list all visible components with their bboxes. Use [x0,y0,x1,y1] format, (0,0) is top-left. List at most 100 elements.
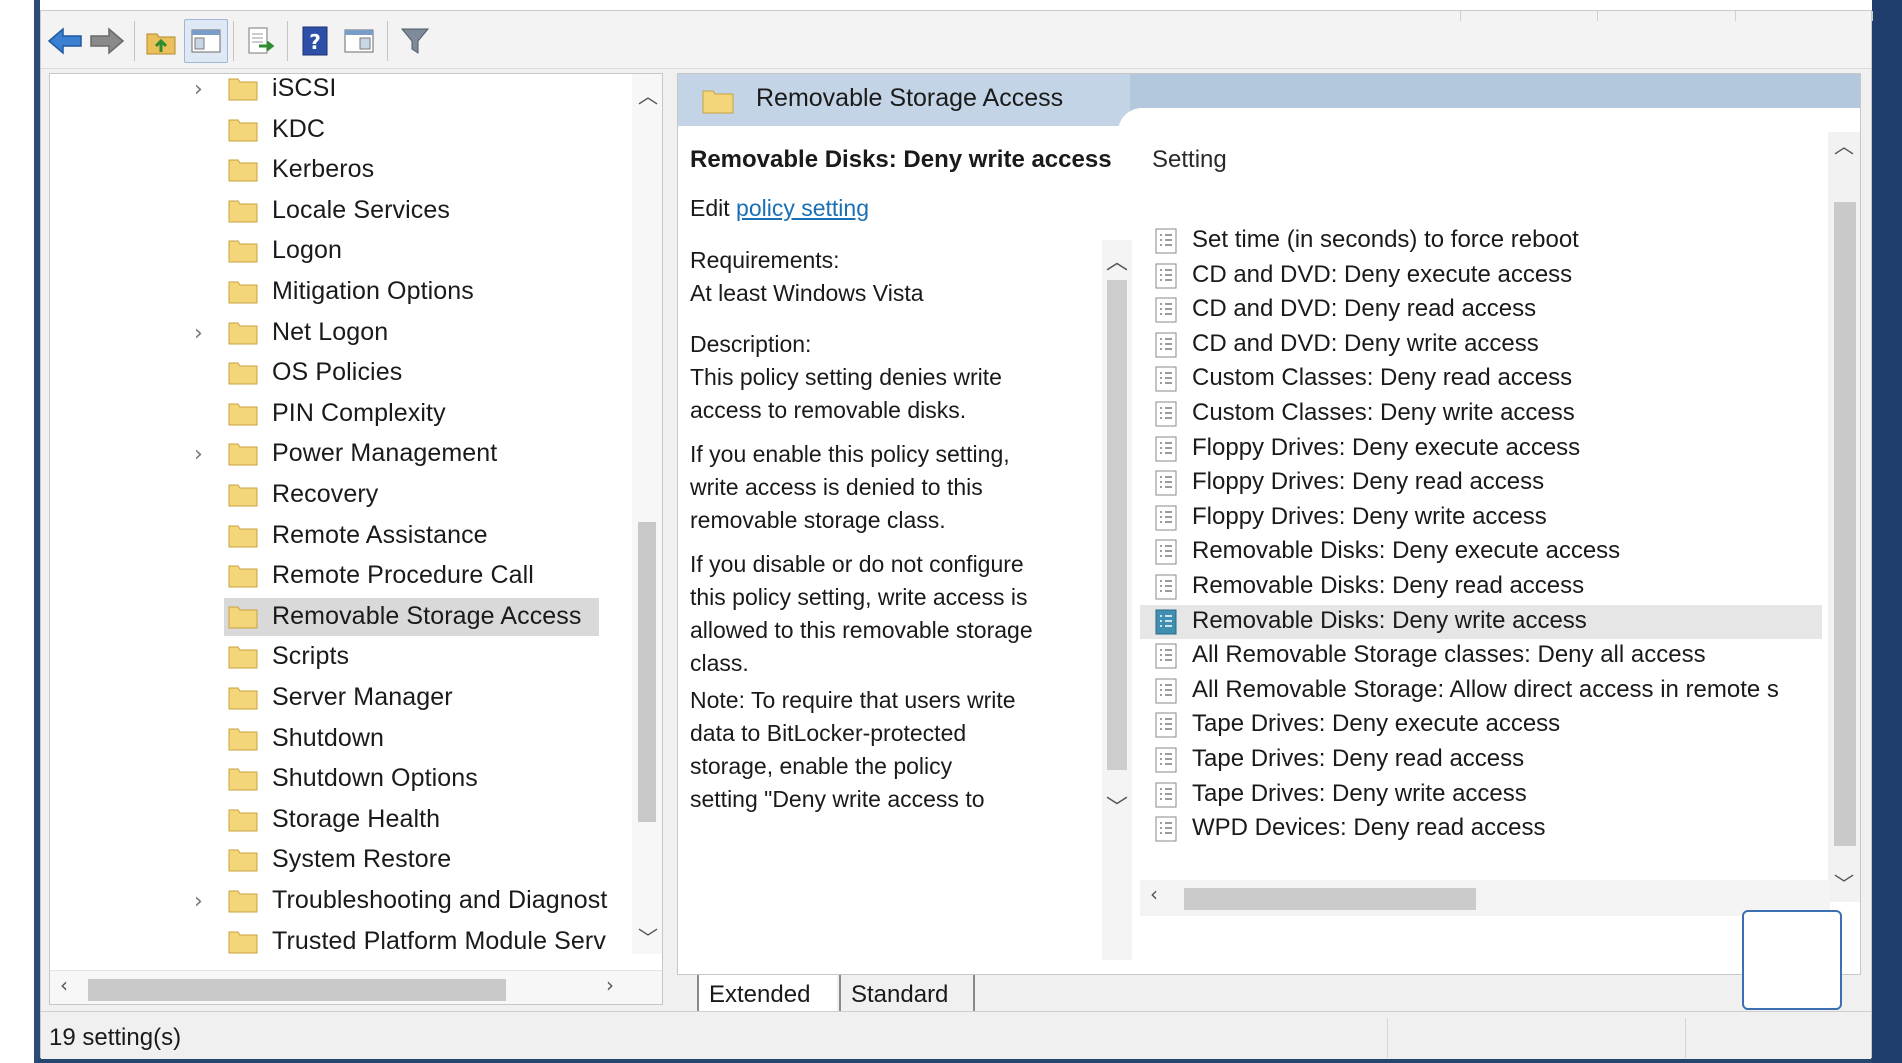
folder-icon [228,362,258,385]
settings-scroll-thumb[interactable] [1834,202,1856,846]
tree-item[interactable]: Remote Procedure Call [50,557,610,595]
tree-item[interactable]: Shutdown [50,720,610,758]
show-hide-tree-button[interactable] [184,19,228,63]
policy-setting-icon [1155,297,1177,323]
policy-setting-icon [1155,401,1177,427]
scroll-left-arrow-icon[interactable]: ‹ [60,973,68,997]
setting-label: Removable Disks: Deny execute access [1192,537,1621,565]
tree-item[interactable]: Recovery [50,476,610,514]
scroll-up-arrow-icon[interactable]: ︿ [1834,130,1854,159]
setting-row[interactable]: Floppy Drives: Deny write access [1140,501,1822,536]
tab-extended[interactable]: Extended [697,975,837,1015]
tree-item-label: Mitigation Options [272,277,474,305]
setting-row[interactable]: Custom Classes: Deny read access [1140,362,1822,397]
tree-item[interactable]: KDC [50,111,610,149]
tree-item[interactable]: › Power Management [50,435,610,473]
setting-row[interactable]: Tape Drives: Deny execute access [1140,708,1822,743]
settings-hscroll-thumb[interactable] [1184,888,1476,910]
setting-row[interactable]: Floppy Drives: Deny read access [1140,466,1822,501]
tree-item[interactable]: Scripts [50,638,610,676]
setting-row[interactable]: Custom Classes: Deny write access [1140,397,1822,432]
setting-row[interactable]: CD and DVD: Deny write access [1140,328,1822,363]
chevron-right-icon[interactable]: › [194,889,203,914]
tree-item-label: Shutdown [272,723,384,752]
scroll-down-arrow-icon[interactable]: ﹀ [1106,790,1128,822]
setting-row[interactable]: Removable Disks: Deny read access [1140,570,1822,605]
back-button[interactable] [43,19,87,63]
tree-item-label: Net Logon [272,317,389,346]
details-pane: Removable Storage Access Removable Disks… [677,73,1861,975]
tree-item[interactable]: Logon [50,232,610,270]
properties-button[interactable] [337,19,381,63]
desktop-edge-left [0,0,40,1063]
tab-standard[interactable]: Standard [839,975,975,1015]
tree-scroll-thumb[interactable] [638,522,656,822]
tree-item[interactable]: › Net Logon [50,314,610,352]
policy-title: Removable Disks: Deny write access [690,146,1112,173]
policy-setting-icon [1155,332,1177,358]
tree-item[interactable]: Removable Storage Access [50,597,610,636]
overlay-widget[interactable] [1742,910,1842,1010]
folder-icon [228,646,258,669]
tree-item[interactable]: Remote Assistance [50,517,610,555]
tree-horizontal-scrollbar[interactable]: ‹ › [50,970,662,1004]
chevron-right-icon[interactable]: › [194,442,203,467]
edit-policy-line: Edit policy setting [690,192,1100,225]
setting-row[interactable]: Tape Drives: Deny read access [1140,743,1822,778]
setting-row[interactable]: Tape Drives: Deny write access [1140,778,1822,813]
scroll-left-arrow-icon[interactable]: ‹ [1150,882,1158,906]
folder-icon [228,565,258,588]
folder-icon [228,728,258,751]
setting-row[interactable]: All Removable Storage classes: Deny all … [1140,639,1822,674]
folder-icon [228,809,258,832]
tree-item[interactable]: Mitigation Options [50,273,610,311]
arrow-right-icon [90,27,125,55]
policy-setting-icon [1155,505,1177,531]
tree-item[interactable]: PIN Complexity [50,395,610,433]
chevron-right-icon[interactable]: › [194,321,203,346]
status-separator [1685,1018,1686,1058]
setting-row[interactable]: CD and DVD: Deny execute access [1140,259,1822,294]
scroll-down-arrow-icon[interactable]: ﹀ [638,922,658,951]
tree-item[interactable]: › iSCSI [50,74,610,108]
tree-item[interactable]: Server Manager [50,679,610,717]
scroll-right-arrow-icon[interactable]: › [606,973,614,997]
tree-item[interactable]: Locale Services [50,192,610,230]
setting-row[interactable]: All Removable Storage: Allow direct acce… [1140,674,1822,709]
setting-column-header[interactable]: Setting [1152,146,1227,174]
edit-policy-setting-link[interactable]: policy setting [736,195,869,221]
setting-row[interactable]: Floppy Drives: Deny execute access [1140,432,1822,467]
help-button[interactable]: ? [293,19,337,63]
toolbar: ? [41,11,1873,69]
tree-hscroll-thumb[interactable] [88,979,506,1001]
tree-vertical-scrollbar[interactable]: ︿ ﹀ [632,74,662,954]
scroll-down-arrow-icon[interactable]: ﹀ [1834,868,1854,897]
setting-row[interactable]: Set time (in seconds) to force reboot [1140,224,1822,259]
description-scroll-thumb[interactable] [1107,280,1127,770]
up-folder-button[interactable] [139,19,183,63]
tree-item[interactable]: › Troubleshooting and Diagnost [50,882,610,920]
scroll-up-arrow-icon[interactable]: ︿ [638,80,658,109]
description-scrollbar[interactable]: ︿ ﹀ [1102,240,1132,960]
setting-row[interactable]: CD and DVD: Deny read access [1140,293,1822,328]
tree-item[interactable]: System Restore [50,841,610,879]
svg-text:?: ? [309,30,321,54]
tree-item[interactable]: Shutdown Options [50,760,610,798]
export-list-button[interactable] [239,19,283,63]
tree-item[interactable]: Trusted Platform Module Serv [50,923,610,961]
settings-horizontal-scrollbar[interactable]: ‹ [1140,880,1830,916]
setting-row[interactable]: WPD Devices: Deny read access [1140,812,1822,847]
settings-vertical-scrollbar[interactable]: ︿ ﹀ [1828,130,1860,902]
setting-row[interactable]: Removable Disks: Deny execute access [1140,535,1822,570]
filter-button[interactable] [393,19,437,63]
tree-item[interactable]: Storage Health [50,801,610,839]
setting-label: Floppy Drives: Deny write access [1192,502,1547,530]
tree-item[interactable]: Kerberos [50,151,610,189]
scroll-up-arrow-icon[interactable]: ︿ [1106,244,1128,276]
setting-row[interactable]: Removable Disks: Deny write access [1140,604,1822,640]
chevron-right-icon[interactable]: › [194,77,203,102]
tree-item[interactable]: OS Policies [50,354,610,392]
filter-icon [400,28,430,54]
folder-icon [228,687,258,710]
forward-button[interactable] [85,19,129,63]
